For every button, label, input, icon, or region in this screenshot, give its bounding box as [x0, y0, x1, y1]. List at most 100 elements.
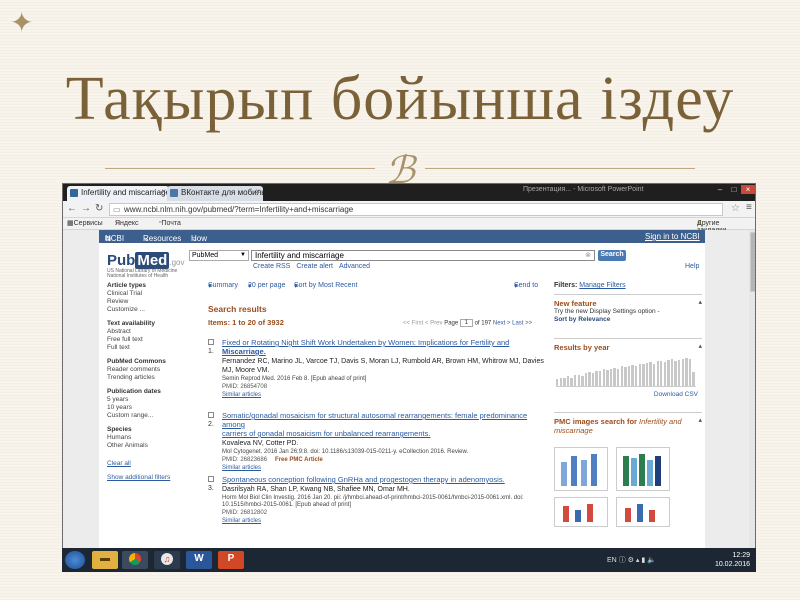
year-bar[interactable]	[631, 365, 634, 386]
reload-icon[interactable]: ↻	[95, 203, 103, 214]
year-bar[interactable]	[617, 369, 620, 386]
chrome-icon[interactable]	[122, 551, 148, 569]
year-bar[interactable]	[599, 371, 602, 386]
pubmed-logo[interactable]: Pub Med .gov	[107, 252, 184, 269]
year-bar[interactable]	[685, 358, 688, 386]
year-bar[interactable]	[645, 363, 649, 386]
search-input[interactable]: Infertility and miscarriage ⊗	[251, 250, 595, 261]
result-checkbox[interactable]	[208, 412, 214, 418]
filter-item[interactable]: 5 years	[107, 396, 187, 404]
tray-expand-icon[interactable]: ▴	[636, 557, 640, 564]
image-thumbnail[interactable]	[554, 447, 608, 491]
back-arrow-icon[interactable]: ←	[67, 203, 77, 214]
vertical-scrollbar[interactable]	[749, 230, 755, 571]
year-bar[interactable]	[591, 372, 595, 386]
search-button[interactable]: Search	[598, 250, 626, 261]
show-additional-filters-link[interactable]: Show additional filters	[107, 474, 187, 482]
year-bar[interactable]	[620, 366, 623, 386]
sign-in-link[interactable]: Sign in to NCBI	[645, 232, 700, 241]
year-bar[interactable]	[613, 367, 616, 386]
filter-item[interactable]: Clinical Trial	[107, 290, 187, 298]
year-bar[interactable]	[581, 375, 584, 386]
url-input[interactable]: ▭ www.ncbi.nlm.nih.gov/pubmed/?term=Infe…	[109, 203, 723, 216]
year-bar[interactable]	[649, 362, 652, 386]
network-icon[interactable]: ▮	[641, 557, 645, 564]
create-alert-link[interactable]: Create alert	[296, 263, 333, 270]
volume-icon[interactable]: 🔈	[647, 557, 656, 564]
year-bar[interactable]	[663, 361, 667, 386]
year-bar[interactable]	[627, 365, 631, 386]
database-select[interactable]: PubMed ▼	[189, 250, 249, 261]
close-window-icon[interactable]: ×	[741, 185, 755, 194]
bookmark-services[interactable]: ▦ Сервисы	[67, 219, 103, 227]
year-bar[interactable]	[570, 377, 573, 386]
filter-item[interactable]: Free full text	[107, 336, 187, 344]
year-bar[interactable]	[660, 360, 663, 386]
year-bar[interactable]	[566, 376, 570, 386]
close-icon[interactable]: ×	[255, 187, 260, 196]
year-bar[interactable]	[573, 375, 577, 386]
year-bar[interactable]	[563, 378, 566, 386]
windows-start-icon[interactable]	[65, 551, 85, 569]
year-bar[interactable]	[609, 368, 613, 386]
sort-dropdown[interactable]: Sort by Most Recent ▾	[294, 282, 357, 290]
language-indicator[interactable]: EN	[607, 557, 617, 564]
result-title[interactable]: Fixed or Rotating Night Shift Work Under…	[222, 338, 547, 356]
help-link[interactable]: Help	[685, 263, 699, 270]
summary-dropdown[interactable]: Summary ▾	[208, 282, 238, 290]
filter-item[interactable]: Customize ...	[107, 306, 187, 314]
first-page-link[interactable]: << First	[403, 321, 423, 327]
year-bar[interactable]	[642, 363, 645, 386]
year-bar[interactable]	[624, 366, 627, 386]
clear-icon[interactable]: ⊗	[585, 251, 591, 259]
advanced-link[interactable]: Advanced	[339, 263, 370, 270]
create-rss-link[interactable]: Create RSS	[253, 263, 290, 270]
year-bar[interactable]	[692, 372, 695, 386]
per-page-dropdown[interactable]: 20 per page ▾	[248, 282, 285, 290]
collapse-icon[interactable]: ▴	[698, 416, 702, 424]
year-bar[interactable]	[584, 373, 588, 386]
itunes-icon[interactable]: ♫	[154, 551, 180, 569]
similar-articles-link[interactable]: Similar articles	[222, 464, 547, 472]
bookmark-mail[interactable]: ▫ Почта	[159, 219, 181, 227]
forward-arrow-icon[interactable]: →	[81, 203, 91, 214]
year-bar[interactable]	[559, 377, 562, 386]
filter-item[interactable]: Reader comments	[107, 366, 187, 374]
year-bar[interactable]	[670, 359, 674, 386]
filter-item[interactable]: Custom range...	[107, 412, 187, 420]
year-bar[interactable]	[606, 369, 609, 386]
next-page-link[interactable]: Next >	[493, 321, 511, 327]
last-page-link[interactable]: Last >>	[512, 321, 532, 327]
similar-articles-link[interactable]: Similar articles	[222, 517, 547, 525]
menu-icon[interactable]: ≡	[746, 202, 752, 213]
maximize-icon[interactable]: □	[727, 185, 741, 194]
filter-item[interactable]: Other Animals	[107, 442, 187, 450]
year-bar[interactable]	[638, 364, 641, 386]
year-bar[interactable]	[674, 360, 677, 386]
year-bar[interactable]	[634, 366, 638, 386]
collapse-icon[interactable]: ▴	[698, 342, 702, 350]
close-icon[interactable]: ×	[161, 187, 166, 196]
clear-all-link[interactable]: Clear all	[107, 460, 187, 468]
bookmark-star-icon[interactable]: ☆	[731, 203, 740, 214]
sort-by-relevance-link[interactable]: Sort by Relevance	[554, 316, 610, 323]
clock[interactable]: 12:29 10.02.2016	[715, 551, 750, 569]
filter-item[interactable]: Review	[107, 298, 187, 306]
scroll-thumb[interactable]	[750, 232, 755, 292]
result-title[interactable]: Spontaneous conception following GnRHa a…	[222, 475, 547, 484]
year-bar[interactable]	[602, 369, 606, 386]
year-bar[interactable]	[652, 363, 656, 386]
manage-filters-link[interactable]: Manage Filters	[579, 282, 625, 289]
prev-page-link[interactable]: < Prev	[425, 321, 443, 327]
year-bar[interactable]	[577, 374, 580, 386]
powerpoint-icon[interactable]: P	[218, 551, 244, 569]
year-bar[interactable]	[678, 359, 681, 386]
tab-pubmed[interactable]: Infertility and miscarriage ×	[67, 186, 169, 201]
filter-item[interactable]: 10 years	[107, 404, 187, 412]
result-checkbox[interactable]	[208, 339, 214, 345]
tab-vk[interactable]: ВКонтакте для мобильн... ×	[167, 186, 263, 201]
year-histogram[interactable]	[556, 357, 696, 387]
filter-item[interactable]: Full text	[107, 344, 187, 352]
settings-icon[interactable]: ⚙	[628, 557, 634, 564]
year-bar[interactable]	[556, 379, 559, 386]
